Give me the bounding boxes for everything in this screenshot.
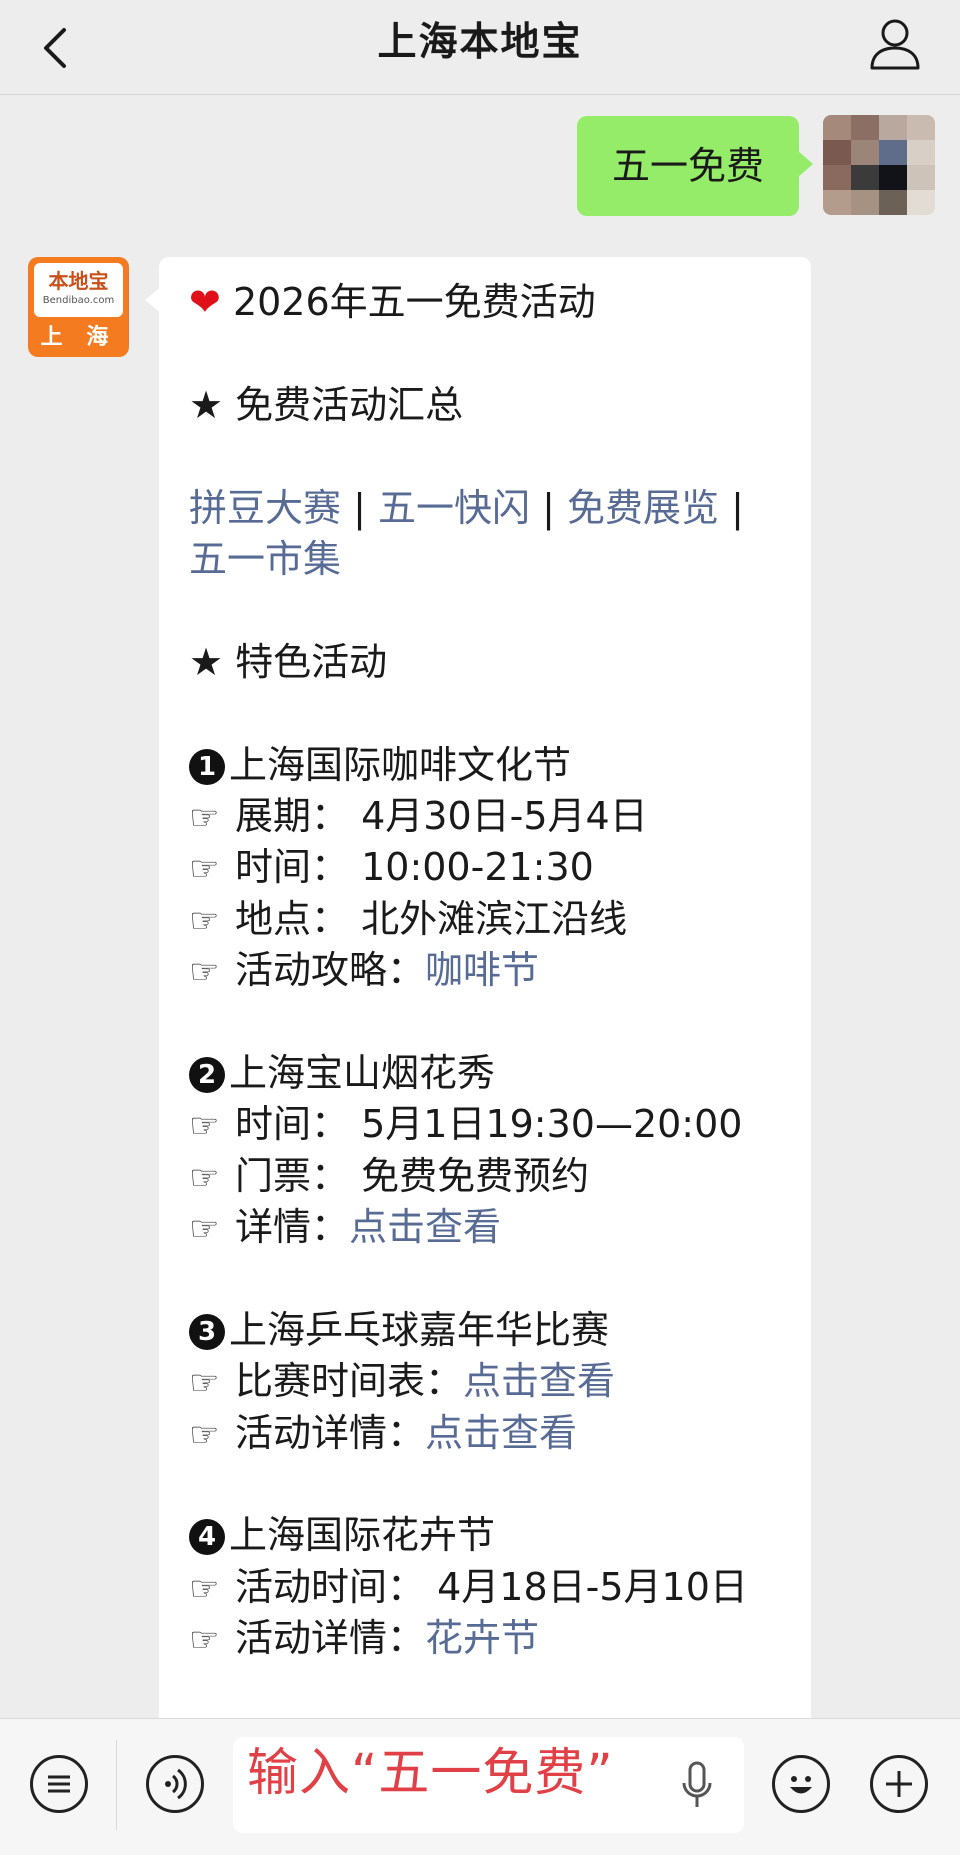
- event-detail-line: ☞ 活动详情：点击查看: [189, 1408, 789, 1459]
- logo-cn: 本地宝: [48, 269, 109, 293]
- bendibao-avatar[interactable]: 本地宝 Bendibao.com 上 海: [28, 257, 129, 357]
- detail-link[interactable]: 点击查看: [349, 1205, 501, 1249]
- detail-label: 活动详情：: [235, 1410, 426, 1455]
- event-detail-line: ☞ 展期： 4月30日-5月4日: [189, 791, 789, 842]
- outgoing-message[interactable]: 五一免费: [577, 116, 813, 216]
- detail-value: 北外滩滨江沿线: [349, 896, 628, 941]
- user-icon[interactable]: [868, 16, 922, 72]
- detail-value: 免费免费预约: [349, 1153, 590, 1198]
- detail-label: 门票：: [235, 1153, 350, 1198]
- event-detail-line: ☞ 详情：点击查看: [189, 1202, 789, 1253]
- links-row-1: 拼豆大赛 | 五一快闪 | 免费展览 |: [189, 485, 744, 530]
- detail-value: 4月18日-5月10日: [425, 1564, 748, 1609]
- section-featured: ★ 特色活动: [189, 639, 388, 684]
- link-flash[interactable]: 五一快闪: [378, 486, 530, 530]
- event-list: 1 上海国际咖啡文化节 ☞ 展期： 4月30日-5月4日 ☞ 时间： 10:00-21:3…: [189, 740, 789, 1665]
- event-title: 4 上海国际花卉节: [189, 1510, 789, 1561]
- detail-link[interactable]: 点击查看: [425, 1411, 577, 1455]
- detail-link[interactable]: 咖啡节: [425, 948, 539, 992]
- message-input-text: 输入“五一免费”: [247, 1744, 614, 1803]
- event-detail-line: ☞ 地点： 北外滩滨江沿线: [189, 894, 789, 945]
- pointing-hand-icon: ☞: [189, 1620, 220, 1661]
- event-title-text: 上海乒乓球嘉年华比赛: [229, 1307, 610, 1352]
- event-title: 3 上海乒乓球嘉年华比赛: [189, 1305, 789, 1356]
- pointing-hand-icon: ☞: [189, 849, 220, 890]
- detail-label: 比赛时间表：: [235, 1359, 464, 1404]
- pointing-hand-icon: ☞: [189, 952, 220, 993]
- detail-label: 详情：: [235, 1205, 350, 1250]
- detail-link[interactable]: 花卉节: [425, 1616, 539, 1660]
- logo-en: Bendibao.com: [42, 295, 115, 306]
- detail-label: 活动详情：: [235, 1616, 426, 1661]
- detail-link[interactable]: 点击查看: [463, 1359, 615, 1403]
- event-detail-line: ☞ 门票： 免费免费预约: [189, 1151, 789, 1202]
- mic-icon[interactable]: [680, 1761, 714, 1813]
- event-detail-line: ☞ 比赛时间表：点击查看: [189, 1356, 789, 1407]
- plus-icon[interactable]: [870, 1755, 928, 1813]
- detail-label: 活动攻略：: [235, 948, 426, 993]
- section-free-summary: ★ 免费活动汇总: [189, 382, 464, 427]
- event-title-text: 上海国际咖啡文化节: [229, 742, 572, 787]
- detail-label: 展期：: [235, 793, 350, 838]
- event-detail-line: ☞ 活动时间： 4月18日-5月10日: [189, 1562, 789, 1613]
- detail-label: 时间：: [235, 1102, 350, 1147]
- event-detail-line: ☞ 时间： 10:00-21:30: [189, 842, 789, 893]
- event-title-text: 上海宝山烟花秀: [229, 1050, 496, 1095]
- event-detail-line: ☞ 活动攻略：咖啡节: [189, 945, 789, 996]
- event-detail-line: ☞ 时间： 5月1日19:30—20:00: [189, 1099, 789, 1150]
- message-content: ❤ 2026年五一免费活动 ★ 免费活动汇总 拼豆大赛 | 五一快闪 | 免费展…: [189, 277, 789, 1665]
- chat-header: 上海本地宝: [0, 0, 960, 95]
- event-title-text: 上海国际花卉节: [229, 1513, 496, 1558]
- pointing-hand-icon: ☞: [189, 797, 220, 838]
- event-title: 2 上海宝山烟花秀: [189, 1048, 789, 1099]
- event-title: 1 上海国际咖啡文化节: [189, 740, 789, 791]
- emoji-icon[interactable]: [772, 1755, 830, 1813]
- pointing-hand-icon: ☞: [189, 1568, 220, 1609]
- link-exhibition[interactable]: 免费展览: [567, 486, 719, 530]
- links-row-2: 五一市集: [189, 534, 789, 585]
- pointing-hand-icon: ☞: [189, 1106, 220, 1147]
- event-number-badge: 4: [189, 1519, 225, 1556]
- incoming-message: ❤ 2026年五一免费活动 ★ 免费活动汇总 拼豆大赛 | 五一快闪 | 免费展…: [145, 257, 811, 1757]
- message-input[interactable]: 输入“五一免费”: [233, 1737, 744, 1833]
- input-divider: [116, 1740, 117, 1830]
- event-number-badge: 1: [189, 748, 225, 785]
- chat-title: 上海本地宝: [377, 20, 583, 65]
- event-number-badge: 2: [189, 1056, 225, 1093]
- detail-value: 5月1日19:30—20:00: [349, 1102, 743, 1147]
- pointing-hand-icon: ☞: [189, 1363, 220, 1404]
- logo-city: 上 海: [40, 325, 117, 350]
- event-detail-line: ☞ 活动详情：花卉节: [189, 1613, 789, 1664]
- pointing-hand-icon: ☞: [189, 1157, 220, 1198]
- detail-value: 4月30日-5月4日: [349, 793, 648, 838]
- self-avatar[interactable]: [823, 115, 935, 215]
- link-market[interactable]: 五一市集: [189, 537, 341, 581]
- pointing-hand-icon: ☞: [189, 900, 220, 941]
- heart-icon: ❤: [189, 280, 221, 324]
- detail-label: 活动时间：: [235, 1564, 426, 1609]
- pointing-hand-icon: ☞: [189, 1414, 220, 1455]
- link-pindou[interactable]: 拼豆大赛: [189, 486, 341, 530]
- detail-label: 地点：: [235, 896, 350, 941]
- message-title-line: ❤ 2026年五一免费活动: [189, 277, 789, 328]
- event-number-badge: 3: [189, 1313, 225, 1350]
- list-icon[interactable]: [30, 1755, 88, 1813]
- voice-icon[interactable]: [146, 1755, 204, 1813]
- bendibao-logo: 本地宝 Bendibao.com: [34, 263, 123, 317]
- pointing-hand-icon: ☞: [189, 1209, 220, 1250]
- detail-value: 10:00-21:30: [349, 845, 594, 890]
- detail-label: 时间：: [235, 845, 350, 890]
- message-title: 2026年五一免费活动: [232, 280, 596, 324]
